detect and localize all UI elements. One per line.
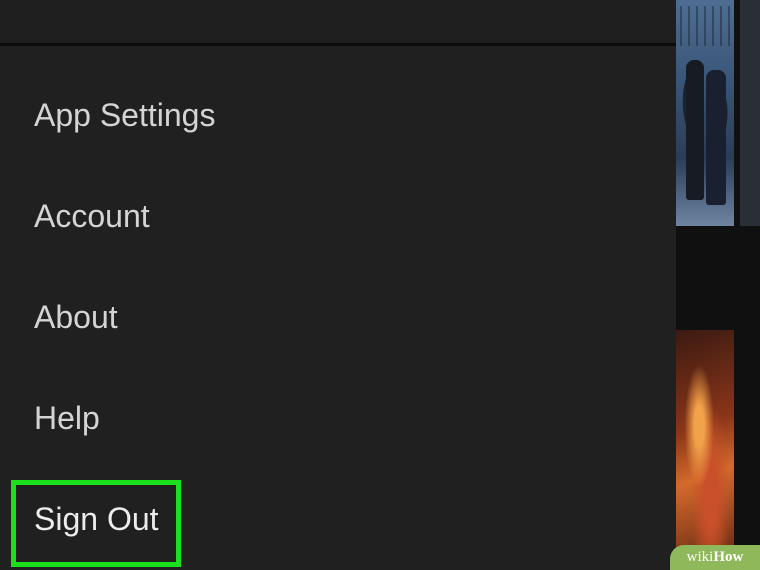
background-content	[676, 0, 760, 570]
menu-item-help[interactable]: Help	[34, 398, 100, 438]
watermark-text: How	[713, 549, 744, 565]
drawer-header	[0, 0, 676, 43]
menu-item-account[interactable]: Account	[34, 196, 150, 236]
navigation-drawer: App Settings Account About Help Sign Out	[0, 0, 676, 570]
watermark-text: wiki	[686, 549, 714, 565]
wikihow-watermark: wikiHow	[670, 545, 760, 570]
next-poster-edge[interactable]	[740, 0, 760, 226]
menu-item-about[interactable]: About	[34, 297, 118, 337]
poster-figure-image	[706, 70, 726, 205]
movie-poster-thumbnail[interactable]	[676, 0, 734, 226]
menu-item-sign-out[interactable]: Sign Out	[34, 499, 159, 539]
drawer-divider	[0, 43, 676, 46]
poster-bridge-image	[680, 6, 730, 46]
poster-figure-image	[686, 60, 704, 200]
menu-item-app-settings[interactable]: App Settings	[34, 95, 215, 135]
movie-poster-thumbnail[interactable]	[676, 330, 734, 570]
